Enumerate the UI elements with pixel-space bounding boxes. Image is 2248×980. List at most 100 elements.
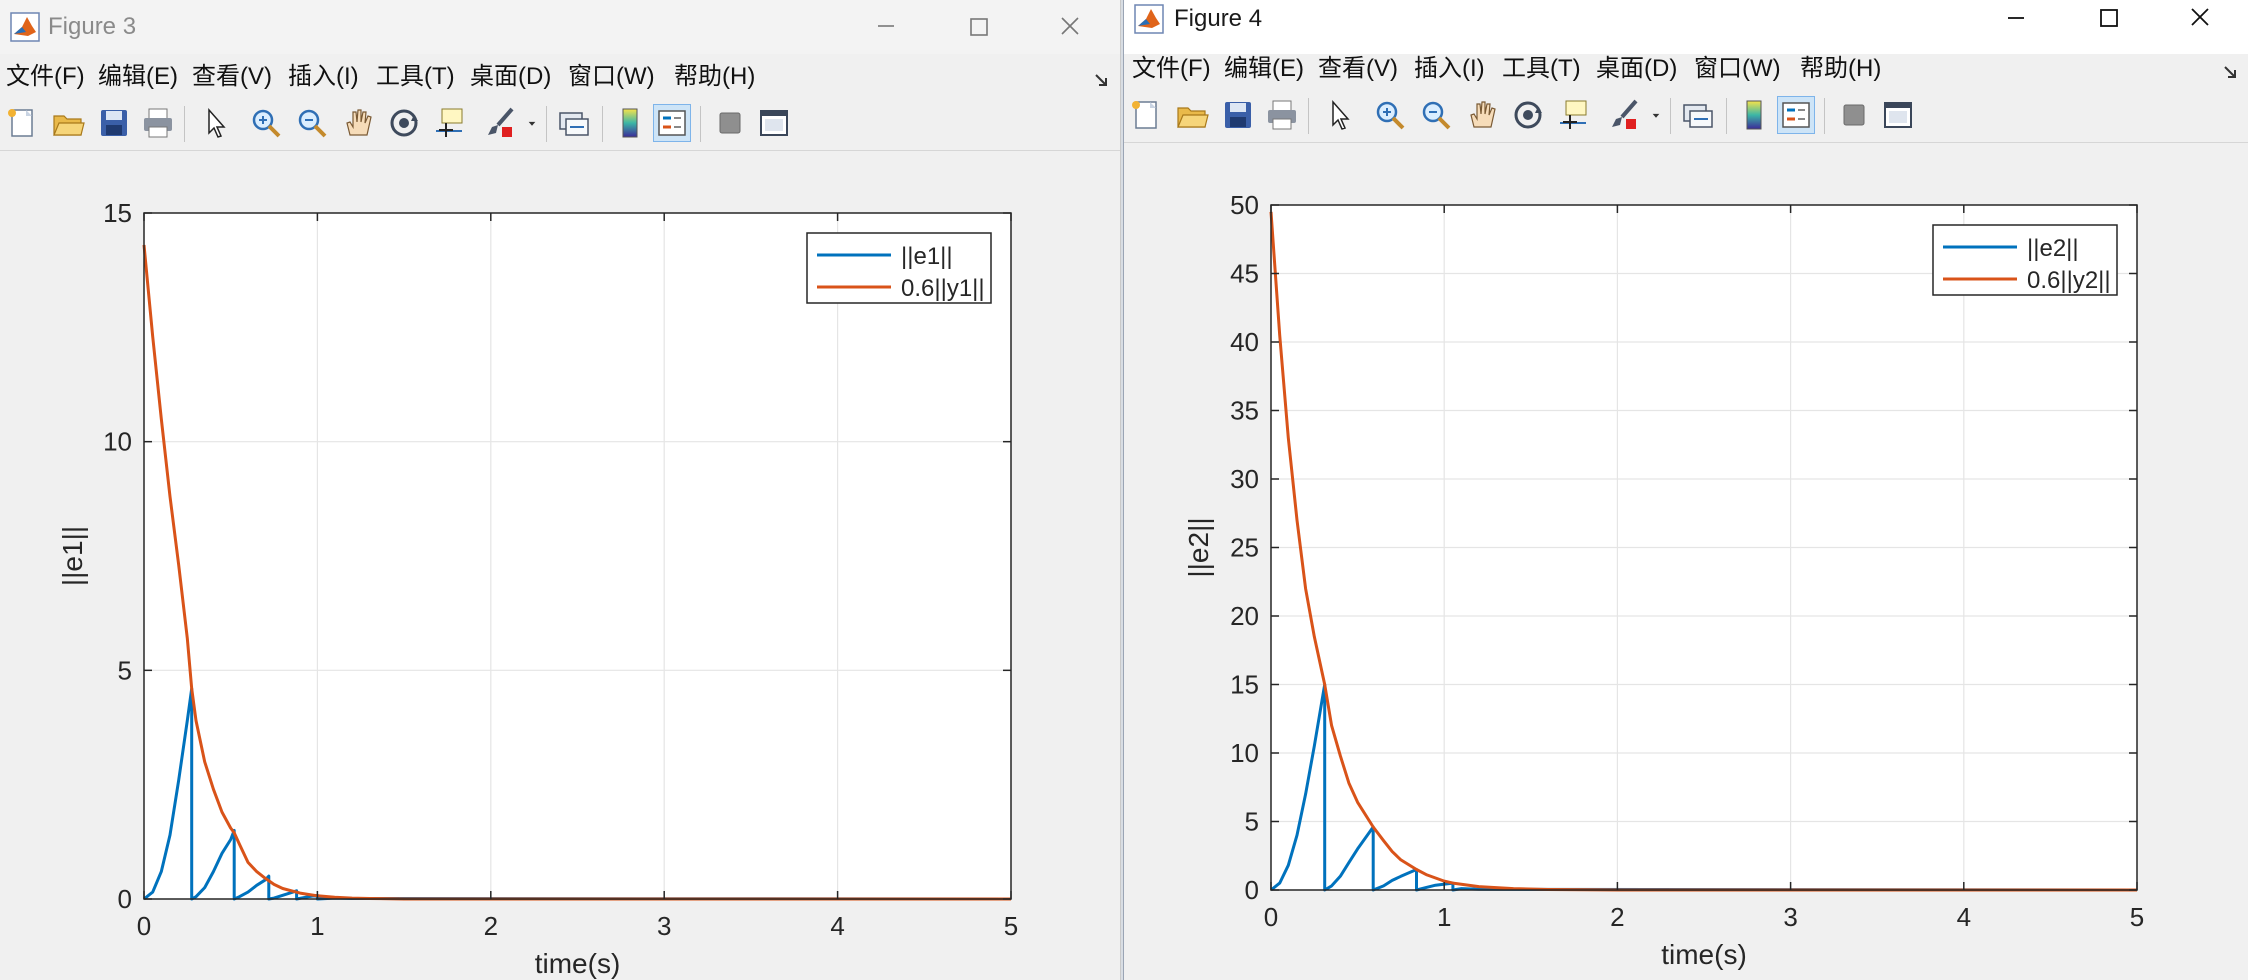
y-tick-label: 20 [1230, 601, 1259, 631]
matlab-icon [1134, 4, 1164, 34]
menu-help[interactable]: 帮助(H) [1800, 54, 1881, 84]
title-bar[interactable]: Figure 3 [0, 0, 1120, 54]
menu-insert[interactable]: 插入(I) [288, 62, 359, 92]
colorbar-icon[interactable] [612, 105, 648, 141]
legend-icon[interactable] [653, 104, 691, 142]
x-tick-label: 0 [1264, 902, 1278, 932]
minimize-button[interactable] [868, 8, 904, 44]
open-file-icon[interactable] [50, 105, 86, 141]
close-button[interactable] [2182, 0, 2218, 36]
new-figure-icon[interactable] [1128, 97, 1164, 133]
brush-icon[interactable] [482, 105, 518, 141]
y-tick-label: 10 [1230, 738, 1259, 768]
open-file-icon[interactable] [1174, 97, 1210, 133]
menu-view[interactable]: 查看(V) [192, 62, 272, 92]
chart-e2: 0 1 2 3 4 505101520253035404550time(s)||e2|||… [1183, 190, 2144, 970]
zoom-out-icon[interactable] [1418, 97, 1454, 133]
maximize-button[interactable] [960, 8, 996, 44]
axes: 0 1 2 3 4 505101520253035404550time(s)||e2|||… [1183, 190, 2144, 970]
hide-plot-tools-icon[interactable] [1836, 97, 1872, 133]
show-plot-tools-icon[interactable] [1880, 97, 1916, 133]
toolbar-separator [184, 106, 185, 142]
menu-window[interactable]: 窗口(W) [1694, 54, 1781, 84]
show-plot-tools-icon[interactable] [756, 105, 792, 141]
y-tick-label: 30 [1230, 464, 1259, 494]
y-tick-label: 15 [1230, 670, 1259, 700]
dock-arrow-icon[interactable] [2221, 62, 2241, 82]
x-axis-label: time(s) [1661, 939, 1747, 970]
legend[interactable]: ||e1|| 0.6||y1|| [806, 232, 992, 304]
x-tick-label: 5 [1004, 911, 1018, 941]
brush-dropdown-icon[interactable] [1646, 97, 1666, 133]
x-tick-label: 2 [484, 911, 498, 941]
menu-desktop[interactable]: 桌面(D) [1596, 54, 1677, 84]
toolbar-separator [1726, 98, 1727, 134]
menu-view[interactable]: 查看(V) [1318, 54, 1398, 84]
brush-dropdown-icon[interactable] [522, 105, 542, 141]
hide-plot-tools-icon[interactable] [712, 105, 748, 141]
menu-help[interactable]: 帮助(H) [674, 62, 755, 92]
new-figure-icon[interactable] [4, 105, 40, 141]
figure-4-window: Figure 4 文件(F) 编辑(E) 查看(V) 插入(I) 工具(T) 桌… [1123, 0, 2248, 980]
x-tick-label: 5 [2130, 902, 2144, 932]
print-icon[interactable] [1264, 97, 1300, 133]
save-icon[interactable] [1220, 97, 1256, 133]
y-tick-label: 0 [1245, 875, 1259, 905]
data-cursor-icon[interactable] [1556, 97, 1592, 133]
window-title: Figure 4 [1174, 5, 1263, 32]
colorbar-icon[interactable] [1736, 97, 1772, 133]
toolbar-separator [1824, 98, 1825, 134]
plot-area: 0 1 2 3 4 5 0 5 10 15 time(s) ||e1|| ||e1|| 0.6||y1|| [0, 151, 1120, 980]
axes: 0 1 2 3 4 5 0 5 10 15 time(s) ||e1|| ||e1|| 0.6||y1|| [57, 198, 1018, 979]
x-tick-label: 4 [1957, 902, 1971, 932]
y-tick-label: 40 [1230, 327, 1259, 357]
zoom-out-icon[interactable] [294, 105, 330, 141]
close-button[interactable] [1052, 8, 1088, 44]
toolbar-separator [1670, 98, 1671, 134]
maximize-button[interactable] [2090, 0, 2126, 36]
menu-window[interactable]: 窗口(W) [568, 62, 655, 92]
pointer-icon[interactable] [198, 105, 234, 141]
print-icon[interactable] [140, 105, 176, 141]
figure-toolbar [0, 98, 1120, 151]
data-cursor-icon[interactable] [432, 105, 468, 141]
menu-edit[interactable]: 编辑(E) [98, 62, 178, 92]
y-tick-label: 0 [118, 884, 132, 914]
menu-edit[interactable]: 编辑(E) [1224, 54, 1304, 84]
save-icon[interactable] [96, 105, 132, 141]
menu-file[interactable]: 文件(F) [1132, 54, 1211, 84]
pan-hand-icon[interactable] [340, 105, 376, 141]
legend-label: ||e2|| [2027, 235, 2079, 262]
y-tick-label: 5 [118, 655, 132, 685]
axes-background [144, 213, 1011, 899]
figure-toolbar [1124, 90, 2248, 143]
legend[interactable]: ||e2|| 0.6||y2|| [1932, 224, 2118, 296]
menu-file[interactable]: 文件(F) [6, 62, 85, 92]
pointer-icon[interactable] [1322, 97, 1358, 133]
zoom-in-icon[interactable] [1372, 97, 1408, 133]
rotate-3d-icon[interactable] [1510, 97, 1546, 133]
minimize-button[interactable] [1998, 0, 2034, 36]
y-tick-label: 5 [1245, 807, 1259, 837]
link-plot-icon[interactable] [1680, 97, 1716, 133]
y-tick-label: 10 [103, 427, 132, 457]
y-tick-label: 35 [1230, 396, 1259, 426]
pan-hand-icon[interactable] [1464, 97, 1500, 133]
x-axis-label: time(s) [535, 948, 621, 979]
toolbar-separator [546, 106, 547, 142]
zoom-in-icon[interactable] [248, 105, 284, 141]
legend-label: ||e1|| [901, 243, 953, 270]
link-plot-icon[interactable] [556, 105, 592, 141]
menu-desktop[interactable]: 桌面(D) [470, 62, 551, 92]
toolbar-separator [1308, 98, 1309, 134]
x-tick-label: 2 [1610, 902, 1624, 932]
legend-icon[interactable] [1777, 96, 1815, 134]
menu-tools[interactable]: 工具(T) [1502, 54, 1581, 84]
dock-arrow-icon[interactable] [1092, 70, 1112, 90]
brush-icon[interactable] [1606, 97, 1642, 133]
x-tick-label: 1 [1437, 902, 1451, 932]
rotate-3d-icon[interactable] [386, 105, 422, 141]
menu-tools[interactable]: 工具(T) [376, 62, 455, 92]
menu-insert[interactable]: 插入(I) [1414, 54, 1485, 84]
x-tick-label: 4 [830, 911, 844, 941]
